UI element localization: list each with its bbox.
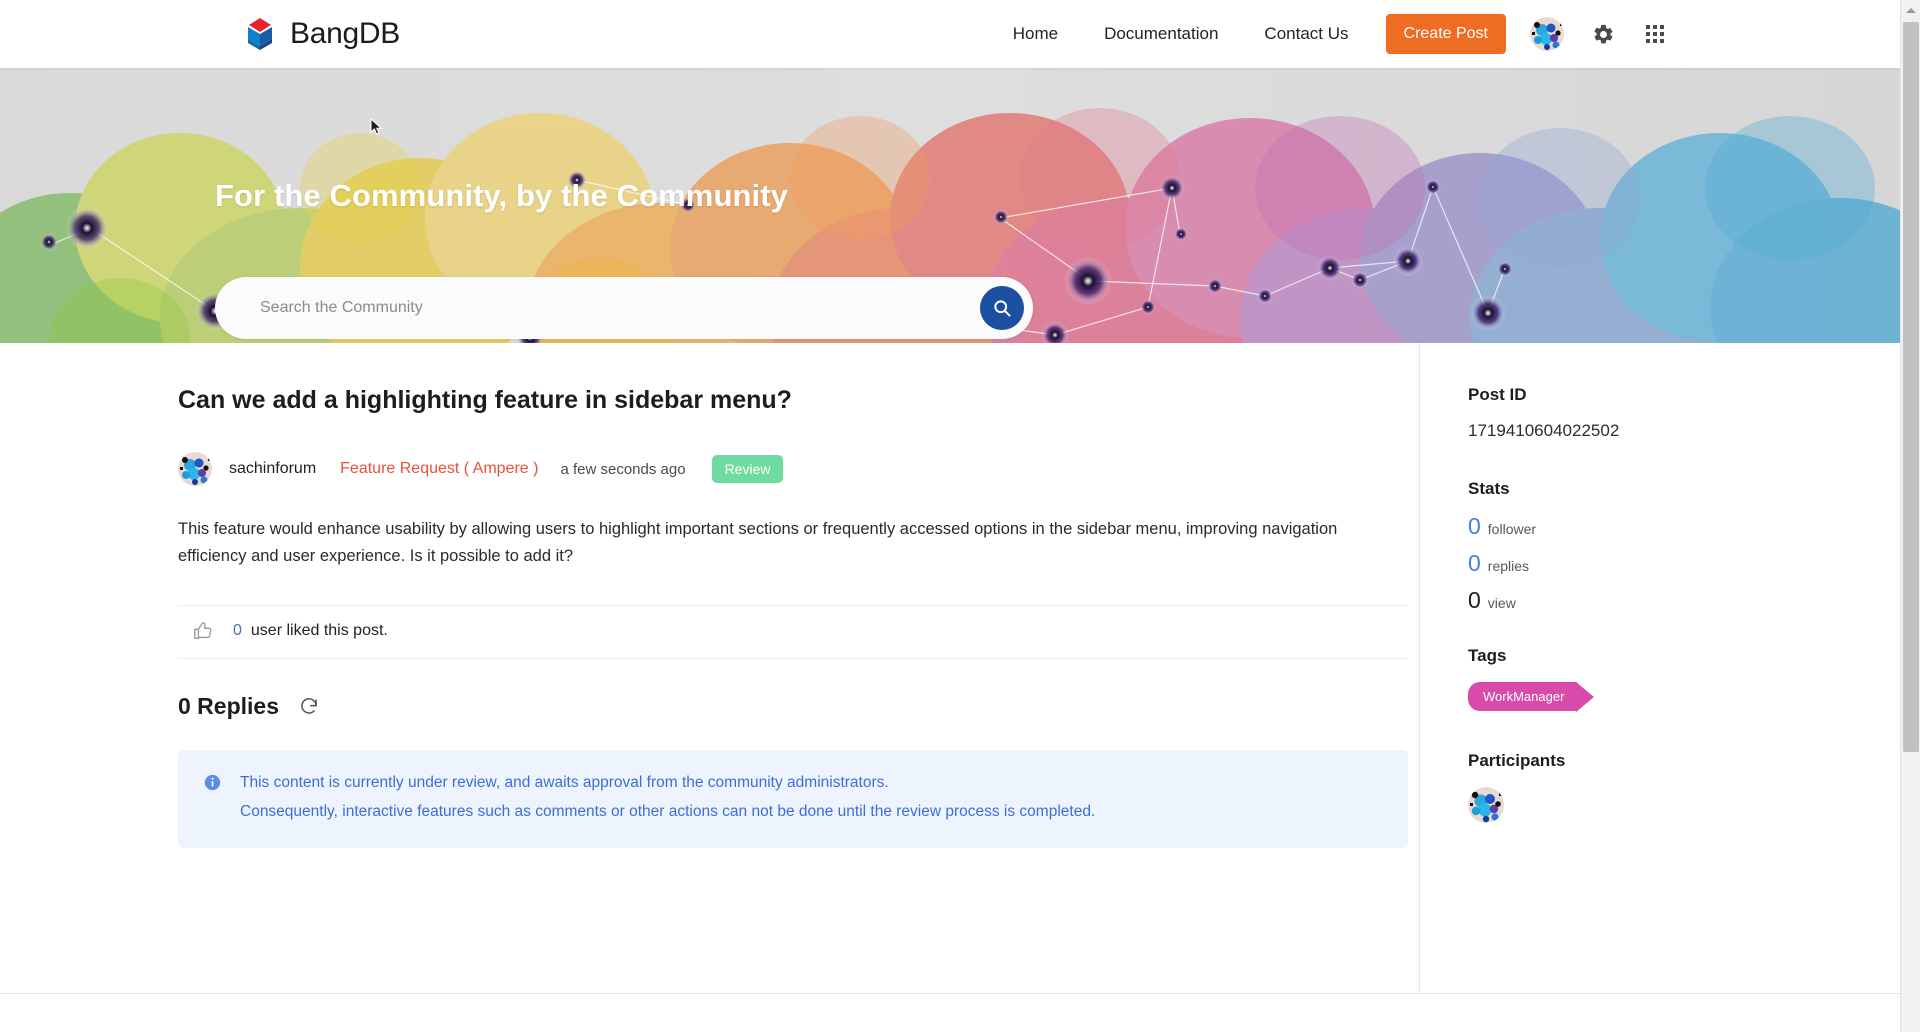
thumbs-up-icon <box>194 621 212 639</box>
stat-view: 0 view <box>1468 589 1900 612</box>
tag-workmanager[interactable]: WorkManager <box>1468 682 1595 712</box>
create-post-button[interactable]: Create Post <box>1385 14 1506 54</box>
under-review-notice: This content is currently under review, … <box>178 749 1408 848</box>
footer-area <box>0 994 1900 1032</box>
site-header: BangDB Home Documentation Contact Us Cre… <box>0 0 1900 68</box>
like-count: 0 <box>233 621 242 639</box>
stats-heading: Stats <box>1468 479 1510 498</box>
replies-header: 0 Replies <box>178 693 1419 720</box>
hero-banner: For the Community, by the Community <box>0 68 1900 343</box>
post-id-value: 1719410604022502 <box>1468 421 1620 440</box>
bangdb-diamond-logo-icon <box>240 16 280 52</box>
participant-avatar[interactable] <box>1468 787 1504 823</box>
post-category-link[interactable]: Feature Request ( Ampere ) <box>340 460 538 478</box>
search-input[interactable] <box>215 298 980 318</box>
settings-button[interactable] <box>1590 21 1616 47</box>
header-avatar[interactable] <box>1530 17 1564 51</box>
gear-icon <box>1594 24 1612 43</box>
info-circle-icon-glyph <box>204 774 221 790</box>
user-avatar-icon <box>1468 787 1504 823</box>
stat-replies-label: replies <box>1487 558 1530 574</box>
post-sidebar: Post ID 1719410604022502 Stats 0 followe… <box>1420 343 1900 993</box>
main-navigation: Home Documentation Contact Us Create Pos… <box>990 14 1668 54</box>
participants-heading: Participants <box>1468 751 1566 770</box>
notice-line-2: Consequently, interactive features such … <box>240 803 1096 821</box>
user-avatar-icon <box>178 452 212 487</box>
participants-list <box>1468 787 1900 823</box>
replies-count: 0 Replies <box>178 692 279 719</box>
search-button[interactable] <box>980 286 1024 330</box>
nav-contact-us[interactable]: Contact Us <box>1241 24 1371 44</box>
grid-apps-icon <box>1646 25 1664 43</box>
like-text: user liked this post. <box>250 621 388 639</box>
post-author-name[interactable]: sachinforum <box>229 460 316 478</box>
search-icon <box>994 300 1011 317</box>
post-meta-row: sachinforum Feature Request ( Ampere ) a… <box>178 452 1419 487</box>
refresh-replies-button[interactable] <box>299 696 319 716</box>
post-title: Can we add a highlighting feature in sid… <box>178 386 792 414</box>
tags-list: WorkManager <box>1468 682 1900 751</box>
status-badge: Review <box>711 455 784 484</box>
stats-list: 0 follower 0 replies 0 view <box>1468 515 1900 612</box>
scrollbar-up-arrow-icon[interactable] <box>1901 0 1920 20</box>
post-main-column: Can we add a highlighting feature in sid… <box>0 343 1420 993</box>
stat-view-value: 0 <box>1468 587 1481 613</box>
post-id-heading: Post ID <box>1468 385 1527 404</box>
like-row: 0 user liked this post. <box>178 604 1408 659</box>
brand-logo-link[interactable]: BangDB <box>240 16 400 52</box>
notice-text: This content is currently under review, … <box>240 772 1095 824</box>
scrollbar-thumb[interactable] <box>1903 22 1919 752</box>
tags-heading: Tags <box>1468 646 1507 665</box>
stat-replies: 0 replies <box>1468 552 1900 575</box>
refresh-icon <box>301 698 317 714</box>
thumbs-up-button[interactable] <box>192 620 214 642</box>
stat-follower-value: 0 <box>1468 513 1481 539</box>
post-author-avatar[interactable] <box>178 452 212 487</box>
notice-line-1: This content is currently under review, … <box>240 773 889 791</box>
stat-follower: 0 follower <box>1468 515 1900 538</box>
post-timestamp: a few seconds ago <box>560 460 686 478</box>
user-avatar-icon <box>1530 17 1564 51</box>
stat-follower-label: follower <box>1487 521 1537 537</box>
post-body-text: This feature would enhance usability by … <box>178 520 1338 566</box>
page-scrollbar[interactable] <box>1900 0 1920 1032</box>
nav-documentation[interactable]: Documentation <box>1081 24 1241 44</box>
browser-viewport: BangDB Home Documentation Contact Us Cre… <box>0 0 1920 1032</box>
hero-title: For the Community, by the Community <box>215 178 788 213</box>
community-search-bar <box>215 277 1033 339</box>
stat-replies-value: 0 <box>1468 550 1481 576</box>
apps-grid-button[interactable] <box>1642 21 1668 47</box>
nav-home[interactable]: Home <box>990 24 1081 44</box>
stat-view-label: view <box>1487 595 1516 611</box>
page-content: Can we add a highlighting feature in sid… <box>0 343 1900 993</box>
brand-name: BangDB <box>290 17 400 50</box>
info-circle-icon <box>204 774 221 796</box>
